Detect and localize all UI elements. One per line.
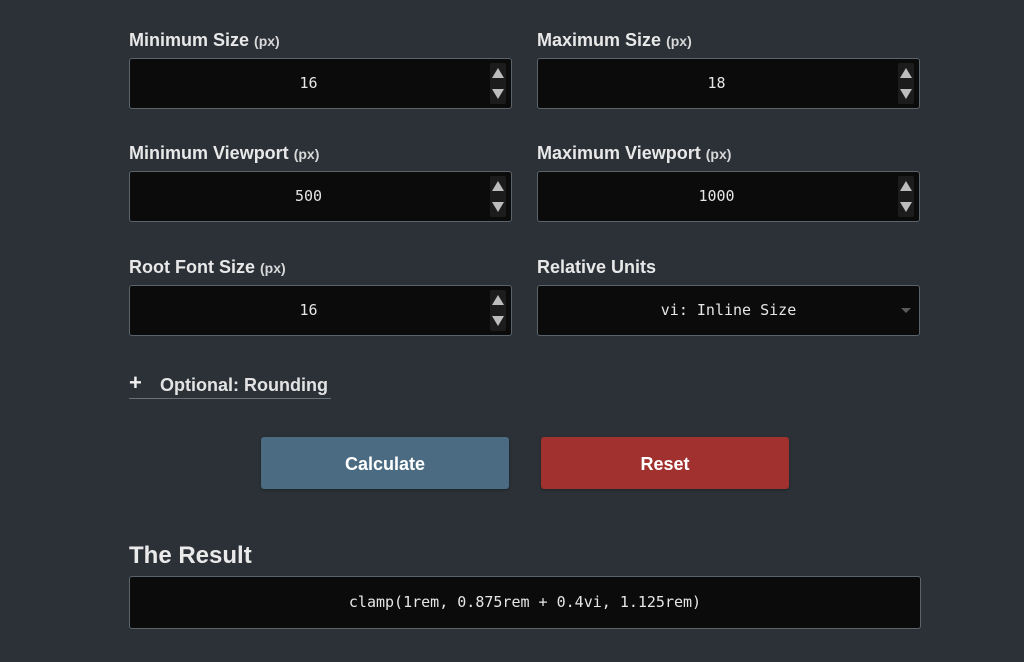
root-font-stepper[interactable]: [490, 290, 506, 331]
relative-units-selected[interactable]: vi: Inline Size: [538, 286, 919, 335]
max-size-stepper[interactable]: [898, 63, 914, 104]
plus-icon[interactable]: +: [129, 372, 153, 394]
relative-units-field: Relative Units vi: Inline Size: [537, 255, 920, 336]
decrement-arrow-icon[interactable]: [492, 202, 504, 212]
min-viewport-unit: (px): [293, 146, 320, 162]
min-size-field: Minimum Size (px) 16: [129, 28, 512, 109]
result-value[interactable]: clamp(1rem, 0.875rem + 0.4vi, 1.125rem): [130, 577, 920, 628]
clamp-calculator: Minimum Size (px) 16 Maximum Size (px) 1…: [0, 0, 1024, 662]
root-font-label: Root Font Size (px): [129, 255, 512, 279]
min-viewport-stepper[interactable]: [490, 176, 506, 217]
min-size-label: Minimum Size (px): [129, 28, 512, 52]
min-viewport-value[interactable]: 500: [130, 172, 487, 221]
min-viewport-label-text: Minimum Viewport: [129, 143, 289, 163]
min-size-label-text: Minimum Size: [129, 30, 250, 50]
max-viewport-stepper[interactable]: [898, 176, 914, 217]
result-title: The Result: [129, 542, 252, 569]
optional-rounding-toggle[interactable]: + Optional: Rounding: [129, 372, 331, 399]
root-font-unit: (px): [260, 260, 286, 276]
dropdown-caret-icon[interactable]: [901, 308, 911, 313]
relative-units-label: Relative Units: [537, 255, 920, 279]
relative-units-select[interactable]: vi: Inline Size: [537, 285, 920, 336]
min-viewport-label: Minimum Viewport (px): [129, 141, 512, 165]
max-size-field: Maximum Size (px) 18: [537, 28, 920, 109]
decrement-arrow-icon[interactable]: [492, 316, 504, 326]
min-size-input[interactable]: 16: [129, 58, 512, 109]
max-viewport-input[interactable]: 1000: [537, 171, 920, 222]
min-size-value[interactable]: 16: [130, 59, 487, 108]
min-viewport-input[interactable]: 500: [129, 171, 512, 222]
max-viewport-field: Maximum Viewport (px) 1000: [537, 141, 920, 222]
min-viewport-field: Minimum Viewport (px) 500: [129, 141, 512, 222]
decrement-arrow-icon[interactable]: [492, 89, 504, 99]
result-output[interactable]: clamp(1rem, 0.875rem + 0.4vi, 1.125rem): [129, 576, 921, 629]
max-viewport-label: Maximum Viewport (px): [537, 141, 920, 165]
root-font-input[interactable]: 16: [129, 285, 512, 336]
max-size-input[interactable]: 18: [537, 58, 920, 109]
min-size-stepper[interactable]: [490, 63, 506, 104]
decrement-arrow-icon[interactable]: [900, 89, 912, 99]
max-size-unit: (px): [666, 33, 692, 49]
root-font-label-text: Root Font Size: [129, 257, 255, 277]
reset-button[interactable]: Reset: [541, 437, 789, 489]
max-size-value[interactable]: 18: [538, 59, 895, 108]
decrement-arrow-icon[interactable]: [900, 202, 912, 212]
increment-arrow-icon[interactable]: [492, 295, 504, 305]
max-viewport-value[interactable]: 1000: [538, 172, 895, 221]
increment-arrow-icon[interactable]: [492, 68, 504, 78]
increment-arrow-icon[interactable]: [492, 181, 504, 191]
increment-arrow-icon[interactable]: [900, 181, 912, 191]
relative-units-label-text: Relative Units: [537, 257, 657, 277]
root-font-field: Root Font Size (px) 16: [129, 255, 512, 336]
min-size-unit: (px): [254, 33, 280, 49]
max-viewport-label-text: Maximum Viewport: [537, 143, 701, 163]
max-size-label-text: Maximum Size: [537, 30, 662, 50]
increment-arrow-icon[interactable]: [900, 68, 912, 78]
calculate-button[interactable]: Calculate: [261, 437, 509, 489]
max-viewport-unit: (px): [705, 146, 732, 162]
max-size-label: Maximum Size (px): [537, 28, 920, 52]
optional-rounding-label[interactable]: Optional: Rounding: [160, 375, 328, 396]
root-font-value[interactable]: 16: [130, 286, 487, 335]
